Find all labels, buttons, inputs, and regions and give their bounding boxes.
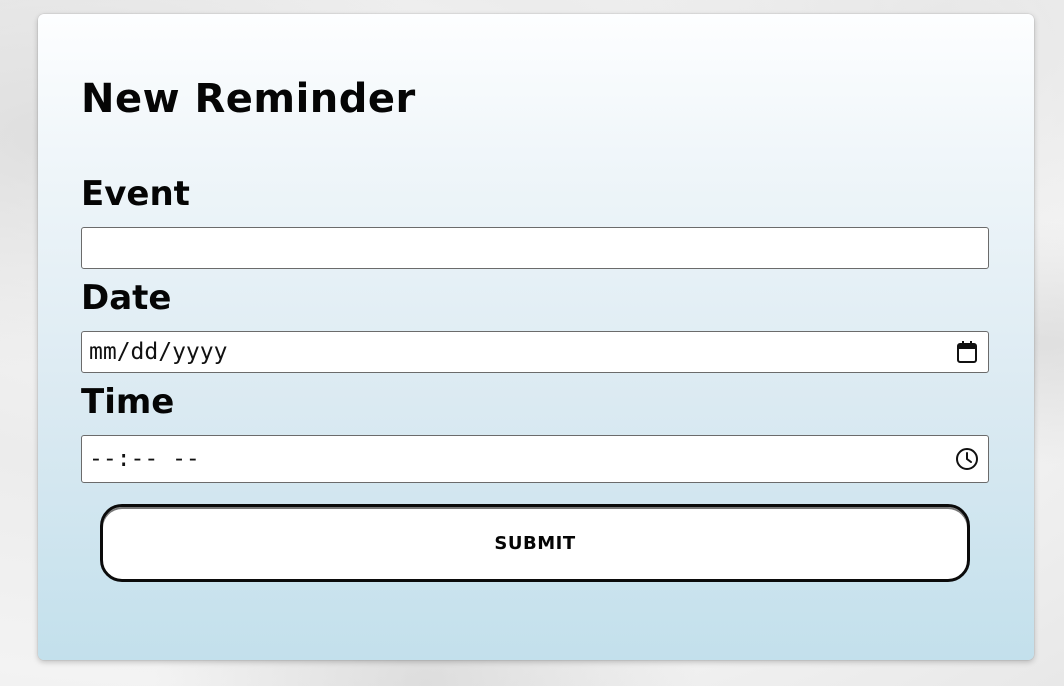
date-input[interactable]: mm/dd/yyyy	[81, 331, 989, 373]
calendar-icon[interactable]	[954, 339, 980, 365]
date-label: Date	[81, 278, 172, 318]
reminder-form-card: New Reminder Event Date mm/dd/yyyy Time …	[38, 14, 1034, 660]
clock-icon[interactable]	[954, 446, 980, 472]
date-input-placeholder: mm/dd/yyyy	[89, 339, 228, 365]
time-input[interactable]: --:-- --	[81, 435, 989, 483]
time-label: Time	[81, 382, 175, 422]
submit-button[interactable]: SUBMIT	[100, 504, 970, 582]
event-input[interactable]	[81, 227, 989, 269]
event-label: Event	[81, 174, 190, 214]
time-input-placeholder: --:-- --	[89, 446, 200, 472]
form-title: New Reminder	[81, 76, 416, 122]
